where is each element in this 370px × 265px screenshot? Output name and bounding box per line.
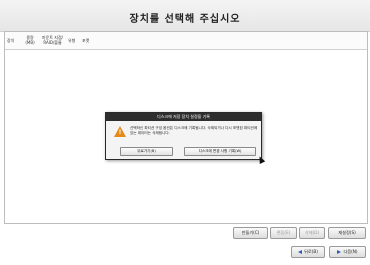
column-size[interactable]: 용량 (MB) — [23, 35, 37, 45]
page-title: 장치를 선택해 주십시오 — [129, 14, 241, 25]
column-mount[interactable]: 마운트 지점/ RAID/볼륨 — [40, 35, 65, 45]
back-button[interactable]: 뒤로(B) — [291, 246, 325, 258]
dialog-back-button[interactable]: 뒤로가기(B) — [120, 147, 173, 156]
dialog-message: 선택하신 파티션 구성 옵션은 디스크에 기록됩니다. 삭제되거나 다시 포맷된… — [130, 126, 258, 135]
column-device[interactable]: 장치 — [7, 38, 14, 43]
create-button[interactable]: 만들기(C) — [233, 227, 268, 239]
column-type[interactable]: 유형 — [68, 38, 75, 43]
dialog-title: 디스크에 저장 장치 설정을 기록 — [106, 113, 261, 121]
header-bar: 장치를 선택해 주십시오 — [0, 0, 370, 32]
arrow-right-icon — [337, 250, 342, 254]
column-mount-line2: RAID/볼륨 — [43, 40, 62, 45]
edit-button[interactable]: 편집(E) — [270, 227, 297, 239]
back-button-label: 뒤로(B) — [304, 249, 318, 254]
column-format[interactable]: 포맷 — [82, 38, 89, 43]
reset-button[interactable]: 재설정(S) — [328, 227, 366, 239]
delete-button[interactable]: 삭제(D) — [299, 227, 325, 239]
write-changes-button[interactable]: 디스크에 변경 사항 기록(W) — [184, 147, 256, 156]
write-changes-dialog: 디스크에 저장 장치 설정을 기록 ! 선택하신 파티션 구성 옵션은 디스크에… — [105, 112, 262, 160]
table-header: 장치 용량 (MB) 마운트 지점/ RAID/볼륨 유형 포맷 — [5, 32, 367, 50]
next-button[interactable]: 다음(N) — [329, 246, 366, 258]
next-button-label: 다음(N) — [343, 249, 358, 254]
column-size-line2: (MB) — [25, 40, 35, 45]
warning-icon-mark: ! — [118, 129, 122, 136]
arrow-left-icon — [298, 250, 303, 254]
